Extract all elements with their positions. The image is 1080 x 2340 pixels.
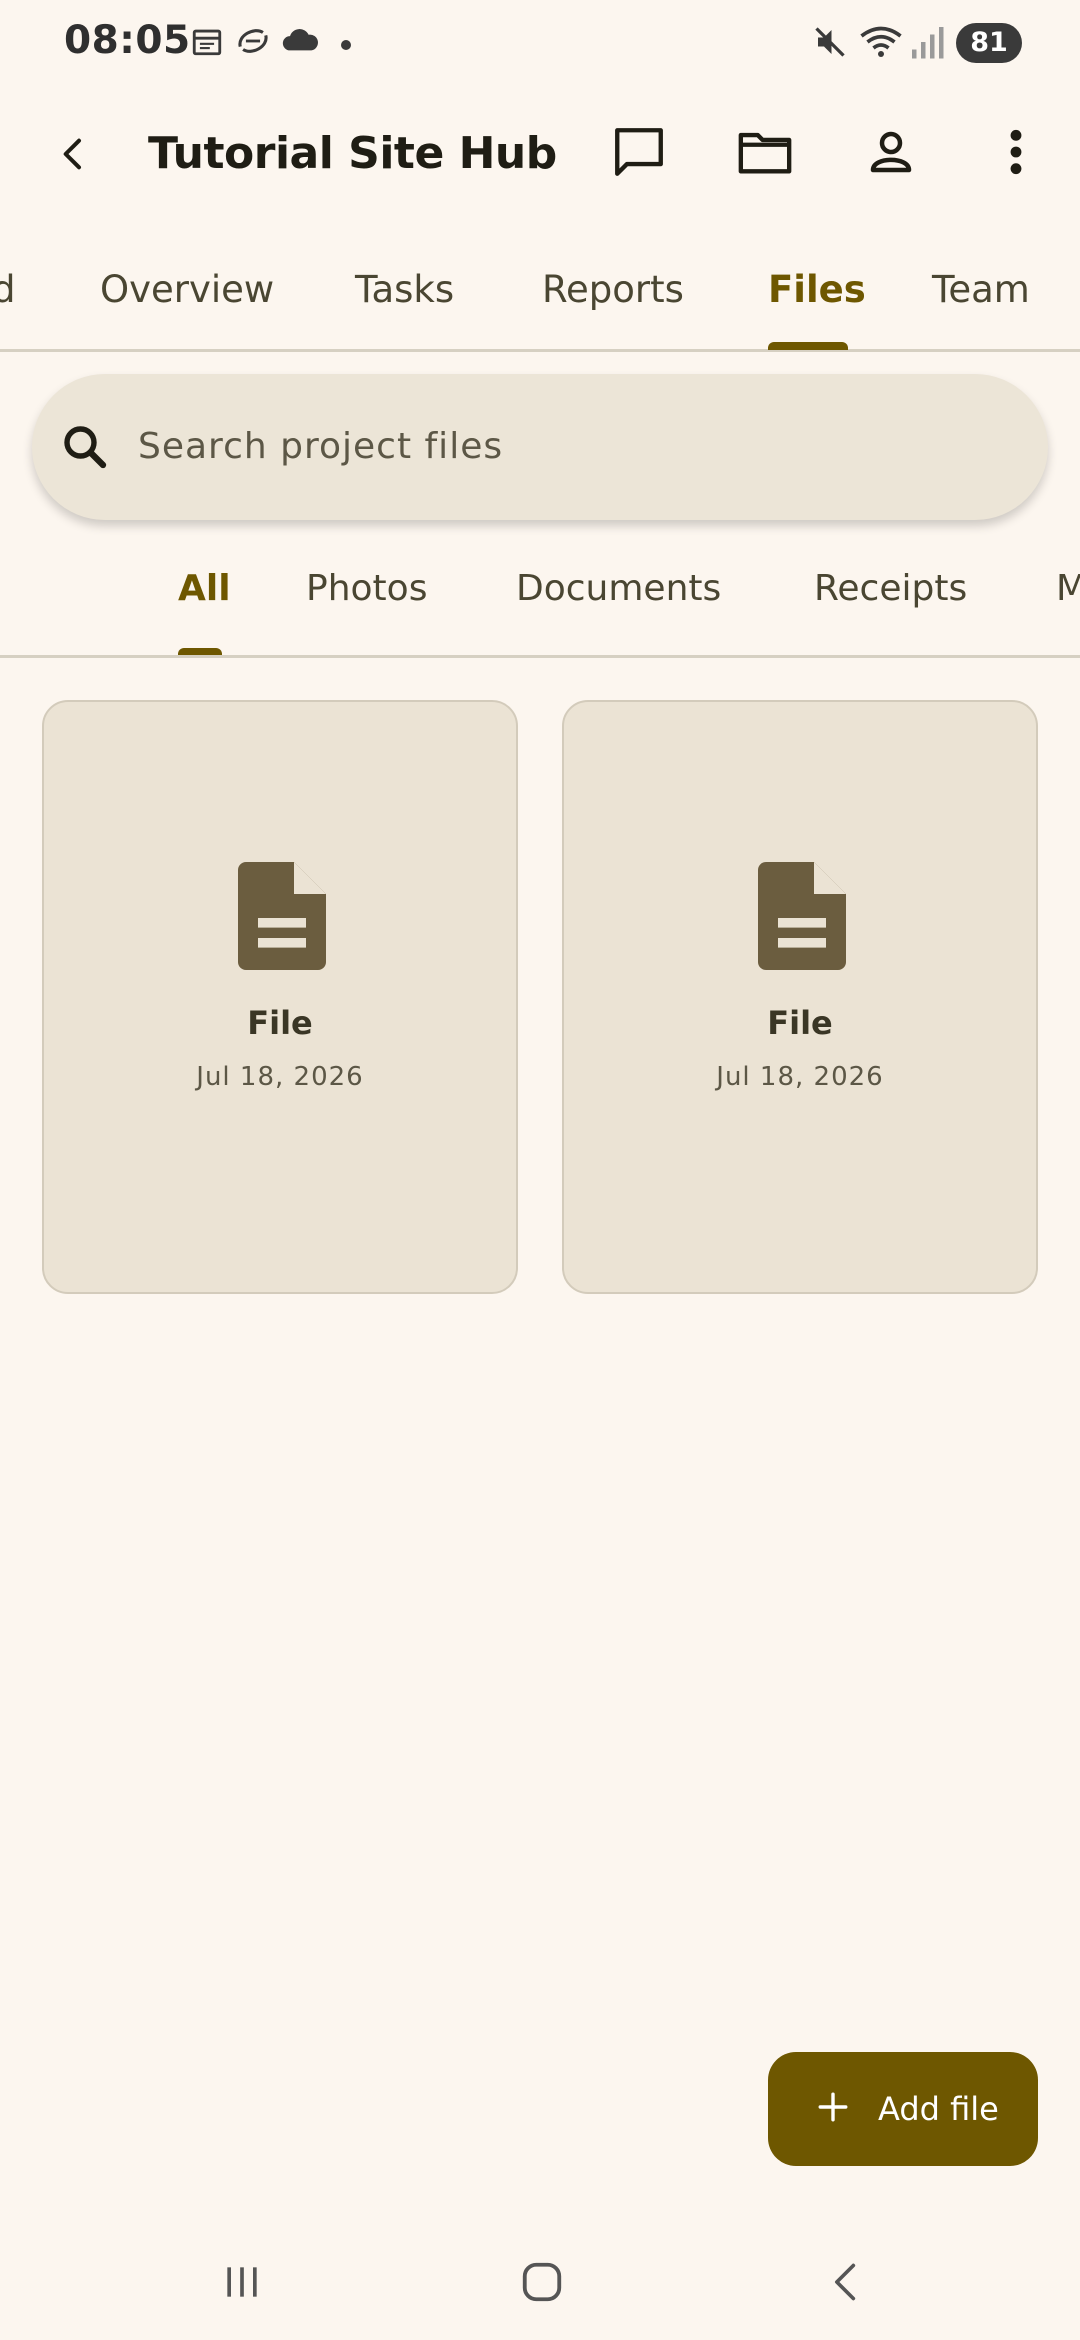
tab-tasks[interactable]: Tasks xyxy=(355,268,454,311)
tab-partial[interactable]: d xyxy=(0,268,16,311)
filter-more[interactable]: M xyxy=(1056,568,1080,609)
add-file-label: Add file xyxy=(878,2090,999,2128)
main-tabs: d Overview Tasks Reports Files Team xyxy=(0,250,1080,352)
status-bar: 08:05 81 xyxy=(0,0,1080,90)
search-input[interactable] xyxy=(138,416,998,476)
cloud-icon xyxy=(280,24,320,58)
wifi-icon xyxy=(858,24,904,64)
plus-icon xyxy=(816,2090,850,2128)
calendar-icon xyxy=(190,24,224,62)
filter-photos[interactable]: Photos xyxy=(306,568,427,609)
sync-icon xyxy=(234,24,272,62)
folder-icon[interactable] xyxy=(725,112,805,192)
search-bar[interactable] xyxy=(32,374,1048,520)
file-name: File xyxy=(767,1004,833,1042)
back-nav-icon[interactable] xyxy=(806,2242,886,2322)
file-date: Jul 18, 2026 xyxy=(196,1062,364,1092)
more-vert-icon[interactable] xyxy=(976,112,1056,192)
filter-documents[interactable]: Documents xyxy=(516,568,721,609)
chat-icon[interactable] xyxy=(599,112,679,192)
filter-receipts[interactable]: Receipts xyxy=(814,568,967,609)
filter-all[interactable]: All xyxy=(178,568,231,609)
recents-icon[interactable] xyxy=(202,2242,282,2322)
battery-icon: 81 xyxy=(956,23,1022,63)
tab-reports[interactable]: Reports xyxy=(542,268,684,311)
tab-overview[interactable]: Overview xyxy=(100,268,274,311)
dot-icon xyxy=(340,36,352,55)
file-name: File xyxy=(247,1004,313,1042)
status-time: 08:05 xyxy=(64,18,191,63)
home-icon[interactable] xyxy=(502,2242,582,2322)
search-icon xyxy=(58,420,112,478)
tab-team[interactable]: Team xyxy=(932,268,1030,311)
tab-indicator xyxy=(768,342,848,350)
back-icon[interactable] xyxy=(34,114,114,194)
document-icon xyxy=(238,862,326,974)
mute-icon xyxy=(812,24,848,64)
profile-icon[interactable] xyxy=(851,112,931,192)
filter-tabs: All Photos Documents Receipts M xyxy=(0,556,1080,658)
page-title: Tutorial Site Hub xyxy=(148,128,557,179)
signal-icon xyxy=(910,24,944,64)
document-icon xyxy=(758,862,846,974)
tab-files[interactable]: Files xyxy=(768,268,866,311)
system-nav-bar xyxy=(0,2220,1080,2340)
file-card[interactable]: File Jul 18, 2026 xyxy=(42,700,518,1294)
filter-indicator xyxy=(178,648,222,655)
file-date: Jul 18, 2026 xyxy=(716,1062,884,1092)
add-file-button[interactable]: Add file xyxy=(768,2052,1038,2166)
file-card[interactable]: File Jul 18, 2026 xyxy=(562,700,1038,1294)
